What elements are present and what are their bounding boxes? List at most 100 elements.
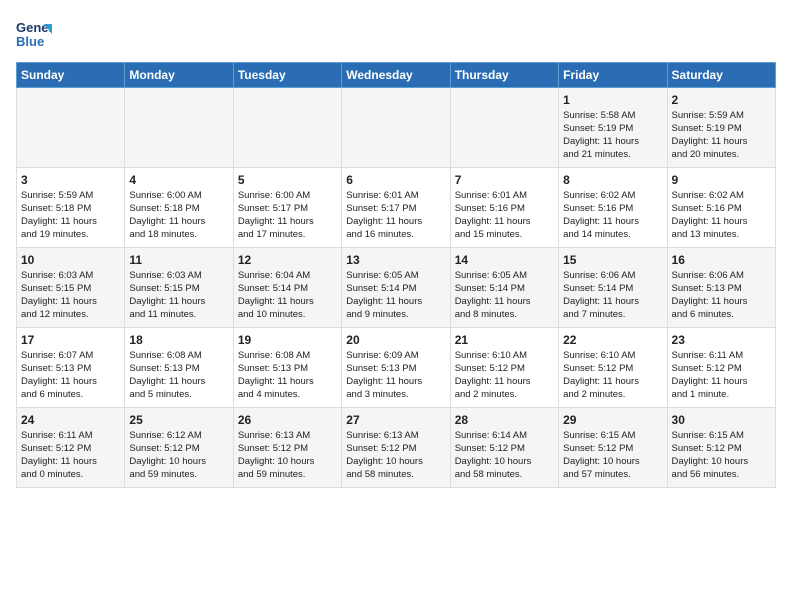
day-info: Sunrise: 6:15 AM	[672, 430, 771, 443]
header-cell-monday: Monday	[125, 63, 233, 88]
day-info: and 58 minutes.	[455, 469, 554, 482]
day-info: Sunrise: 6:12 AM	[129, 430, 228, 443]
day-number: 7	[455, 172, 554, 188]
day-number: 13	[346, 252, 445, 268]
day-number: 8	[563, 172, 662, 188]
day-info: Sunrise: 6:05 AM	[346, 270, 445, 283]
day-info: and 6 minutes.	[21, 389, 120, 402]
day-info: Daylight: 11 hours	[346, 216, 445, 229]
svg-text:General: General	[16, 20, 52, 35]
day-number: 20	[346, 332, 445, 348]
day-info: Daylight: 11 hours	[129, 216, 228, 229]
day-cell: 11Sunrise: 6:03 AMSunset: 5:15 PMDayligh…	[125, 248, 233, 328]
day-info: and 0 minutes.	[21, 469, 120, 482]
day-info: Daylight: 11 hours	[672, 376, 771, 389]
day-number: 19	[238, 332, 337, 348]
day-info: Sunrise: 6:14 AM	[455, 430, 554, 443]
day-info: Daylight: 11 hours	[346, 376, 445, 389]
day-number: 24	[21, 412, 120, 428]
day-info: Daylight: 11 hours	[21, 376, 120, 389]
day-info: Sunset: 5:13 PM	[672, 283, 771, 296]
logo: General Blue	[16, 16, 56, 52]
day-info: Sunrise: 6:10 AM	[563, 350, 662, 363]
day-cell: 20Sunrise: 6:09 AMSunset: 5:13 PMDayligh…	[342, 328, 450, 408]
day-info: and 13 minutes.	[672, 229, 771, 242]
day-info: Sunrise: 6:08 AM	[238, 350, 337, 363]
day-info: and 11 minutes.	[129, 309, 228, 322]
day-cell: 9Sunrise: 6:02 AMSunset: 5:16 PMDaylight…	[667, 168, 775, 248]
day-number: 2	[672, 92, 771, 108]
day-info: Sunrise: 6:02 AM	[672, 190, 771, 203]
day-number: 18	[129, 332, 228, 348]
header-cell-tuesday: Tuesday	[233, 63, 341, 88]
day-info: Sunrise: 6:01 AM	[346, 190, 445, 203]
day-number: 3	[21, 172, 120, 188]
day-info: and 20 minutes.	[672, 149, 771, 162]
day-number: 11	[129, 252, 228, 268]
day-info: and 16 minutes.	[346, 229, 445, 242]
day-info: Sunset: 5:16 PM	[455, 203, 554, 216]
day-cell: 1Sunrise: 5:58 AMSunset: 5:19 PMDaylight…	[559, 88, 667, 168]
day-info: Daylight: 11 hours	[238, 216, 337, 229]
day-cell: 26Sunrise: 6:13 AMSunset: 5:12 PMDayligh…	[233, 408, 341, 488]
day-cell: 19Sunrise: 6:08 AMSunset: 5:13 PMDayligh…	[233, 328, 341, 408]
day-info: Sunrise: 6:09 AM	[346, 350, 445, 363]
day-cell: 10Sunrise: 6:03 AMSunset: 5:15 PMDayligh…	[17, 248, 125, 328]
day-info: Sunset: 5:14 PM	[238, 283, 337, 296]
header-cell-thursday: Thursday	[450, 63, 558, 88]
day-info: Sunset: 5:14 PM	[455, 283, 554, 296]
header-cell-friday: Friday	[559, 63, 667, 88]
header-cell-wednesday: Wednesday	[342, 63, 450, 88]
day-info: Sunrise: 6:13 AM	[346, 430, 445, 443]
header: General Blue	[16, 16, 776, 52]
day-info: Sunset: 5:14 PM	[346, 283, 445, 296]
day-info: Daylight: 10 hours	[238, 456, 337, 469]
day-info: Daylight: 10 hours	[672, 456, 771, 469]
day-cell: 16Sunrise: 6:06 AMSunset: 5:13 PMDayligh…	[667, 248, 775, 328]
day-info: Sunset: 5:18 PM	[21, 203, 120, 216]
day-number: 27	[346, 412, 445, 428]
day-info: Sunset: 5:12 PM	[129, 443, 228, 456]
day-info: Sunrise: 6:07 AM	[21, 350, 120, 363]
day-cell: 18Sunrise: 6:08 AMSunset: 5:13 PMDayligh…	[125, 328, 233, 408]
day-cell	[125, 88, 233, 168]
day-info: Daylight: 11 hours	[672, 136, 771, 149]
day-info: and 59 minutes.	[129, 469, 228, 482]
day-info: Daylight: 11 hours	[238, 296, 337, 309]
day-info: Daylight: 11 hours	[563, 376, 662, 389]
day-info: and 15 minutes.	[455, 229, 554, 242]
day-info: and 7 minutes.	[563, 309, 662, 322]
day-info: Sunset: 5:17 PM	[346, 203, 445, 216]
day-cell	[17, 88, 125, 168]
day-cell: 8Sunrise: 6:02 AMSunset: 5:16 PMDaylight…	[559, 168, 667, 248]
day-info: and 12 minutes.	[21, 309, 120, 322]
day-info: Sunrise: 6:11 AM	[21, 430, 120, 443]
day-info: Daylight: 10 hours	[563, 456, 662, 469]
day-info: Daylight: 11 hours	[129, 296, 228, 309]
day-info: Sunset: 5:16 PM	[672, 203, 771, 216]
day-number: 26	[238, 412, 337, 428]
day-cell: 28Sunrise: 6:14 AMSunset: 5:12 PMDayligh…	[450, 408, 558, 488]
day-info: Sunset: 5:12 PM	[563, 443, 662, 456]
day-info: Sunset: 5:12 PM	[455, 443, 554, 456]
day-cell: 2Sunrise: 5:59 AMSunset: 5:19 PMDaylight…	[667, 88, 775, 168]
day-info: Sunrise: 6:00 AM	[238, 190, 337, 203]
day-info: Daylight: 11 hours	[672, 216, 771, 229]
day-cell: 6Sunrise: 6:01 AMSunset: 5:17 PMDaylight…	[342, 168, 450, 248]
day-info: Sunset: 5:18 PM	[129, 203, 228, 216]
day-cell: 23Sunrise: 6:11 AMSunset: 5:12 PMDayligh…	[667, 328, 775, 408]
logo-icon: General Blue	[16, 16, 52, 52]
week-row-2: 10Sunrise: 6:03 AMSunset: 5:15 PMDayligh…	[17, 248, 776, 328]
day-info: Daylight: 10 hours	[346, 456, 445, 469]
day-number: 17	[21, 332, 120, 348]
day-number: 10	[21, 252, 120, 268]
day-info: Sunrise: 6:03 AM	[21, 270, 120, 283]
day-cell	[342, 88, 450, 168]
day-cell: 13Sunrise: 6:05 AMSunset: 5:14 PMDayligh…	[342, 248, 450, 328]
day-info: Sunrise: 6:10 AM	[455, 350, 554, 363]
day-info: Sunrise: 6:05 AM	[455, 270, 554, 283]
day-info: Sunrise: 5:59 AM	[672, 110, 771, 123]
day-number: 14	[455, 252, 554, 268]
day-info: and 9 minutes.	[346, 309, 445, 322]
day-info: Sunrise: 6:06 AM	[672, 270, 771, 283]
